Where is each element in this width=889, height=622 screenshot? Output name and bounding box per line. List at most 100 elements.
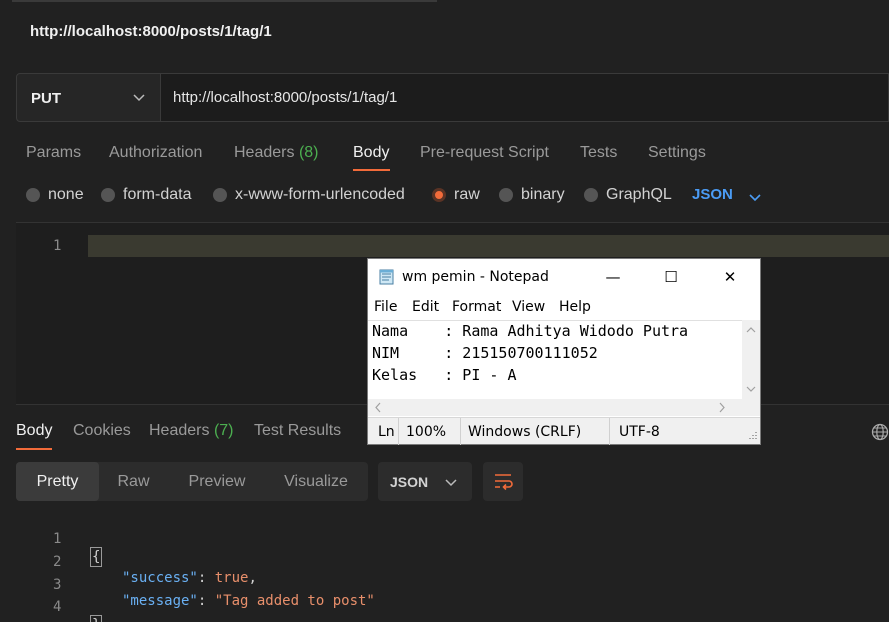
response-headers-count: (7) <box>213 422 234 439</box>
status-line: Ln <box>378 424 395 440</box>
body-format-select[interactable]: JSON <box>692 186 733 203</box>
radio-dot <box>101 188 115 202</box>
code-line: 2 "success": true, <box>16 538 257 586</box>
vertical-scrollbar[interactable] <box>742 320 760 399</box>
response-tab-test-results[interactable]: Test Results <box>254 422 341 440</box>
notepad-text-area[interactable]: Nama : Rama Adhitya Widodo Putra NIM : 2… <box>368 320 742 399</box>
method-label: PUT <box>31 90 61 107</box>
horizontal-scrollbar[interactable] <box>368 399 742 416</box>
status-zoom: 100% <box>406 424 447 440</box>
tab-tests[interactable]: Tests <box>580 144 617 162</box>
chevron-down-icon <box>445 479 457 487</box>
radio-binary[interactable]: binary <box>499 186 565 204</box>
code-line-number: 2 <box>53 554 62 570</box>
response-tab-headers-label: Headers <box>149 422 210 439</box>
response-tab-body[interactable]: Body <box>16 422 52 440</box>
wrap-lines-button[interactable] <box>483 462 523 501</box>
view-mode-bar: Pretty Raw Preview Visualize <box>16 462 368 501</box>
json-value: true <box>214 570 249 586</box>
tab-prerequest-script[interactable]: Pre-request Script <box>420 144 549 162</box>
status-divider <box>398 418 399 445</box>
text-line: Nama : Rama Adhitya Widodo Putra <box>372 322 689 340</box>
radio-binary-label: binary <box>521 186 565 203</box>
radio-none-label: none <box>48 186 84 203</box>
tab-strip-line <box>12 0 437 2</box>
text-line: NIM : 215150700111052 <box>372 344 598 362</box>
json-value: "Tag added to post" <box>214 593 375 609</box>
menu-file[interactable]: File <box>374 299 397 315</box>
response-tab-cookies[interactable]: Cookies <box>73 422 131 440</box>
menu-view[interactable]: View <box>512 299 545 315</box>
radio-dot <box>584 188 598 202</box>
code-text: "message": "Tag added to post" <box>122 593 375 609</box>
code-line-number: 1 <box>53 531 62 547</box>
maximize-button[interactable]: ☐ <box>642 259 700 295</box>
response-format-select[interactable]: JSON <box>378 462 472 501</box>
radio-raw[interactable]: raw <box>432 186 480 204</box>
status-encoding: UTF-8 <box>619 424 660 440</box>
scrollbar-corner <box>742 399 760 416</box>
json-key: "success" <box>122 570 198 586</box>
radio-urlencoded-label: x-www-form-urlencoded <box>235 186 405 203</box>
status-divider <box>460 418 461 445</box>
radio-form-data[interactable]: form-data <box>101 186 191 204</box>
radio-none[interactable]: none <box>26 186 84 204</box>
status-line-ending: Windows (CRLF) <box>468 424 582 440</box>
tab-params[interactable]: Params <box>26 144 81 162</box>
view-pretty-button[interactable]: Pretty <box>16 462 99 501</box>
chevron-down-icon[interactable] <box>748 190 762 204</box>
resize-grip-icon[interactable] <box>746 430 758 442</box>
notepad-window[interactable]: wm pemin - Notepad — ☐ ✕ File Edit Forma… <box>367 258 761 445</box>
request-title[interactable]: http://localhost:8000/posts/1/tag/1 <box>30 23 272 40</box>
response-format-label: JSON <box>390 474 429 490</box>
radio-urlencoded[interactable]: x-www-form-urlencoded <box>213 186 405 204</box>
view-visualize-button[interactable]: Visualize <box>268 462 364 501</box>
headers-count: (8) <box>298 144 319 161</box>
notepad-title-bar[interactable]: wm pemin - Notepad — ☐ ✕ <box>368 259 760 295</box>
tab-headers-label: Headers <box>234 144 295 161</box>
json-key: "message" <box>122 593 198 609</box>
code-line: 3 "message": "Tag added to post" <box>16 561 375 609</box>
current-line-highlight <box>88 235 889 257</box>
radio-dot <box>26 188 40 202</box>
radio-dot <box>213 188 227 202</box>
code-line-number: 4 <box>53 599 62 615</box>
scroll-up-icon[interactable] <box>742 322 760 338</box>
json-comma: , <box>248 570 257 586</box>
globe-icon[interactable] <box>871 423 889 441</box>
view-preview-button[interactable]: Preview <box>170 462 264 501</box>
text-line: Kelas : PI - A <box>372 366 517 384</box>
code-text: "success": true, <box>122 570 257 586</box>
tab-authorization[interactable]: Authorization <box>109 144 202 162</box>
menu-format[interactable]: Format <box>452 299 501 315</box>
scroll-left-icon[interactable] <box>370 399 386 416</box>
radio-form-data-label: form-data <box>123 186 192 203</box>
tab-body[interactable]: Body <box>353 144 389 162</box>
response-tab-headers[interactable]: Headers (7) <box>149 422 234 440</box>
line-number: 1 <box>53 238 62 254</box>
open-brace: { <box>90 547 103 567</box>
scroll-right-icon[interactable] <box>714 399 730 416</box>
scroll-down-icon[interactable] <box>742 381 760 397</box>
view-raw-button[interactable]: Raw <box>99 462 168 501</box>
method-select[interactable]: PUT <box>16 73 161 122</box>
radio-graphql[interactable]: GraphQL <box>584 186 672 204</box>
status-divider <box>609 418 610 445</box>
radio-raw-label: raw <box>454 186 480 203</box>
request-row: PUT http://localhost:8000/posts/1/tag/1 <box>16 73 889 122</box>
menu-edit[interactable]: Edit <box>412 299 439 315</box>
response-body-viewer[interactable]: 1 { 2 "success": true, 3 "message": "Tag… <box>16 515 876 622</box>
notepad-icon <box>379 269 394 285</box>
json-colon: : <box>197 593 215 609</box>
menu-help[interactable]: Help <box>559 299 591 315</box>
tab-headers[interactable]: Headers (8) <box>234 144 319 162</box>
json-colon: : <box>197 570 215 586</box>
minimize-button[interactable]: — <box>584 259 642 295</box>
request-title-bar: http://localhost:8000/posts/1/tag/1 <box>0 0 889 62</box>
code-line: 1 { <box>16 515 103 567</box>
notepad-title: wm pemin - Notepad <box>402 269 549 285</box>
url-input[interactable]: http://localhost:8000/posts/1/tag/1 <box>161 73 889 122</box>
close-button[interactable]: ✕ <box>701 259 759 295</box>
notepad-status-bar: Ln 100% Windows (CRLF) UTF-8 <box>368 417 760 445</box>
tab-settings[interactable]: Settings <box>648 144 706 162</box>
